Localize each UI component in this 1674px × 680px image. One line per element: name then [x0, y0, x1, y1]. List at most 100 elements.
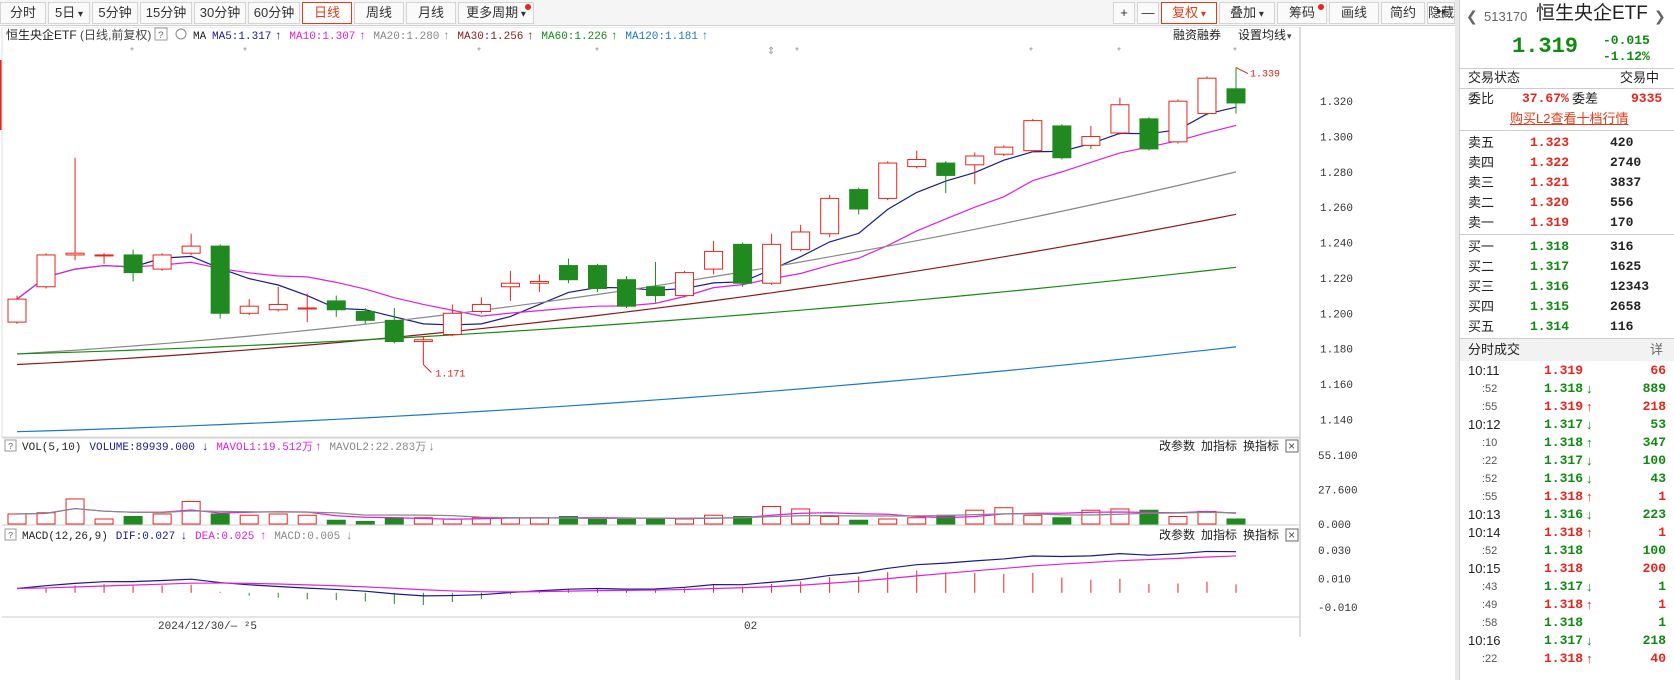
volume-bar[interactable]	[704, 514, 724, 525]
candle[interactable]	[733, 243, 753, 284]
tab-gengduo[interactable]: 更多周期 ▾	[458, 2, 534, 24]
tab-60fen[interactable]: 60分钟	[248, 2, 300, 24]
tab-zoom-out[interactable]: —	[1137, 2, 1159, 24]
candle[interactable]	[994, 146, 1014, 155]
candle[interactable]	[1110, 104, 1130, 134]
volume-bar[interactable]	[587, 518, 607, 525]
candle[interactable]	[94, 254, 114, 257]
candle[interactable]	[384, 319, 404, 343]
tab-rixian[interactable]: 日线	[302, 2, 352, 24]
event-marker-icon[interactable]: *	[795, 46, 799, 57]
volume-bar[interactable]	[936, 514, 956, 525]
volume-bar[interactable]	[675, 518, 695, 525]
candle[interactable]	[1226, 88, 1246, 104]
volume-bar[interactable]	[268, 513, 288, 525]
candle[interactable]	[1168, 100, 1188, 143]
volume-bar[interactable]	[1052, 517, 1072, 525]
tab-5fen[interactable]: 5分钟	[92, 2, 138, 24]
tab-jianyue[interactable]: 简约	[1381, 2, 1425, 24]
candle[interactable]	[152, 254, 172, 270]
volume-bar[interactable]	[820, 515, 840, 525]
candle[interactable]	[704, 250, 724, 270]
tab-zoom-in[interactable]: +	[1113, 2, 1135, 24]
event-marker-icon[interactable]: *	[477, 46, 481, 57]
candle[interactable]	[1023, 120, 1043, 152]
volume-bar[interactable]	[65, 498, 85, 525]
volume-bar[interactable]	[1168, 515, 1188, 525]
candle[interactable]	[762, 243, 782, 284]
volume-bar[interactable]	[210, 513, 230, 525]
hide-panel-arrow-icon[interactable]: ▸▸	[1430, 2, 1454, 24]
candle[interactable]	[646, 286, 666, 297]
l2-purchase-link[interactable]: 购买L2查看十档行情	[1510, 109, 1628, 129]
volume-bar[interactable]	[297, 514, 317, 525]
candle[interactable]	[297, 307, 317, 310]
kline-chart[interactable]: 恒生央企ETF (日线,前复权)? MA MA5:1.317 ↑ MA10:1.307 ↑ M…	[0, 27, 1455, 680]
tab-5ri[interactable]: 5日 ▾	[48, 2, 90, 24]
candle[interactable]	[849, 189, 869, 210]
candle[interactable]	[36, 254, 56, 288]
tab-15fen[interactable]: 15分钟	[140, 2, 192, 24]
candle[interactable]	[268, 303, 288, 311]
right-arrow-icon[interactable]: ❯	[1654, 6, 1666, 26]
candle[interactable]	[558, 265, 578, 281]
tab-fenshi[interactable]: 分时	[0, 2, 46, 24]
candle[interactable]	[181, 245, 201, 254]
candle[interactable]	[210, 245, 230, 314]
volume-bar[interactable]	[907, 517, 927, 525]
left-arrow-icon[interactable]: ❮	[1466, 6, 1478, 26]
candle[interactable]	[413, 339, 433, 343]
candle[interactable]	[1139, 118, 1159, 150]
volume-bar[interactable]	[849, 519, 869, 525]
volume-bar[interactable]	[355, 520, 375, 525]
volume-bar[interactable]	[239, 514, 259, 525]
trades-detail-button[interactable]: 详	[1650, 340, 1663, 360]
candle[interactable]	[239, 305, 259, 314]
candle[interactable]	[1081, 136, 1101, 146]
candle[interactable]	[123, 254, 143, 274]
candle[interactable]	[820, 197, 840, 235]
volume-bar[interactable]	[123, 515, 143, 525]
event-marker-icon[interactable]: *	[130, 46, 134, 57]
event-marker-icon[interactable]: *	[595, 46, 599, 57]
volume-bar[interactable]	[36, 512, 56, 525]
volume-bar[interactable]	[1197, 510, 1217, 525]
candle[interactable]	[326, 300, 346, 311]
candle[interactable]	[529, 280, 549, 284]
tab-diejia[interactable]: 叠加 ▾	[1219, 2, 1275, 24]
volume-bar[interactable]	[7, 513, 27, 525]
tab-chouma[interactable]: 筹码	[1277, 2, 1327, 24]
volume-bar[interactable]	[1023, 514, 1043, 525]
volume-bar[interactable]	[152, 513, 172, 525]
event-marker-icon[interactable]: *	[243, 46, 247, 57]
candle[interactable]	[675, 272, 695, 297]
volume-bar[interactable]	[181, 500, 201, 525]
candle[interactable]	[878, 162, 898, 199]
volume-bar[interactable]	[617, 518, 636, 525]
candle[interactable]	[965, 155, 985, 166]
tab-yuexian[interactable]: 月线	[406, 2, 456, 24]
tab-30fen[interactable]: 30分钟	[194, 2, 246, 24]
candle[interactable]	[500, 282, 520, 288]
candle[interactable]	[791, 231, 811, 251]
volume-bar[interactable]	[384, 517, 404, 525]
candle[interactable]	[1052, 125, 1072, 159]
candle[interactable]	[355, 311, 375, 321]
volume-bar[interactable]	[1226, 518, 1246, 525]
event-marker-icon[interactable]: *	[1117, 46, 1121, 57]
candle[interactable]	[907, 159, 927, 168]
event-marker-icon[interactable]: *	[1233, 46, 1237, 57]
candle[interactable]	[1197, 77, 1217, 115]
event-marker-icon[interactable]: *	[1029, 46, 1033, 57]
candle[interactable]	[587, 265, 607, 290]
candle[interactable]	[442, 312, 462, 335]
volume-bar[interactable]	[94, 518, 114, 525]
tab-huaxian[interactable]: 画线	[1329, 2, 1379, 24]
volume-bar[interactable]	[326, 519, 346, 525]
volume-bar[interactable]	[878, 518, 898, 525]
candle[interactable]	[65, 252, 85, 256]
tab-fuquan[interactable]: 复权 ▾	[1161, 2, 1217, 24]
volume-bar[interactable]	[1110, 508, 1130, 525]
candle[interactable]	[617, 279, 636, 307]
volume-bar[interactable]	[994, 507, 1014, 525]
